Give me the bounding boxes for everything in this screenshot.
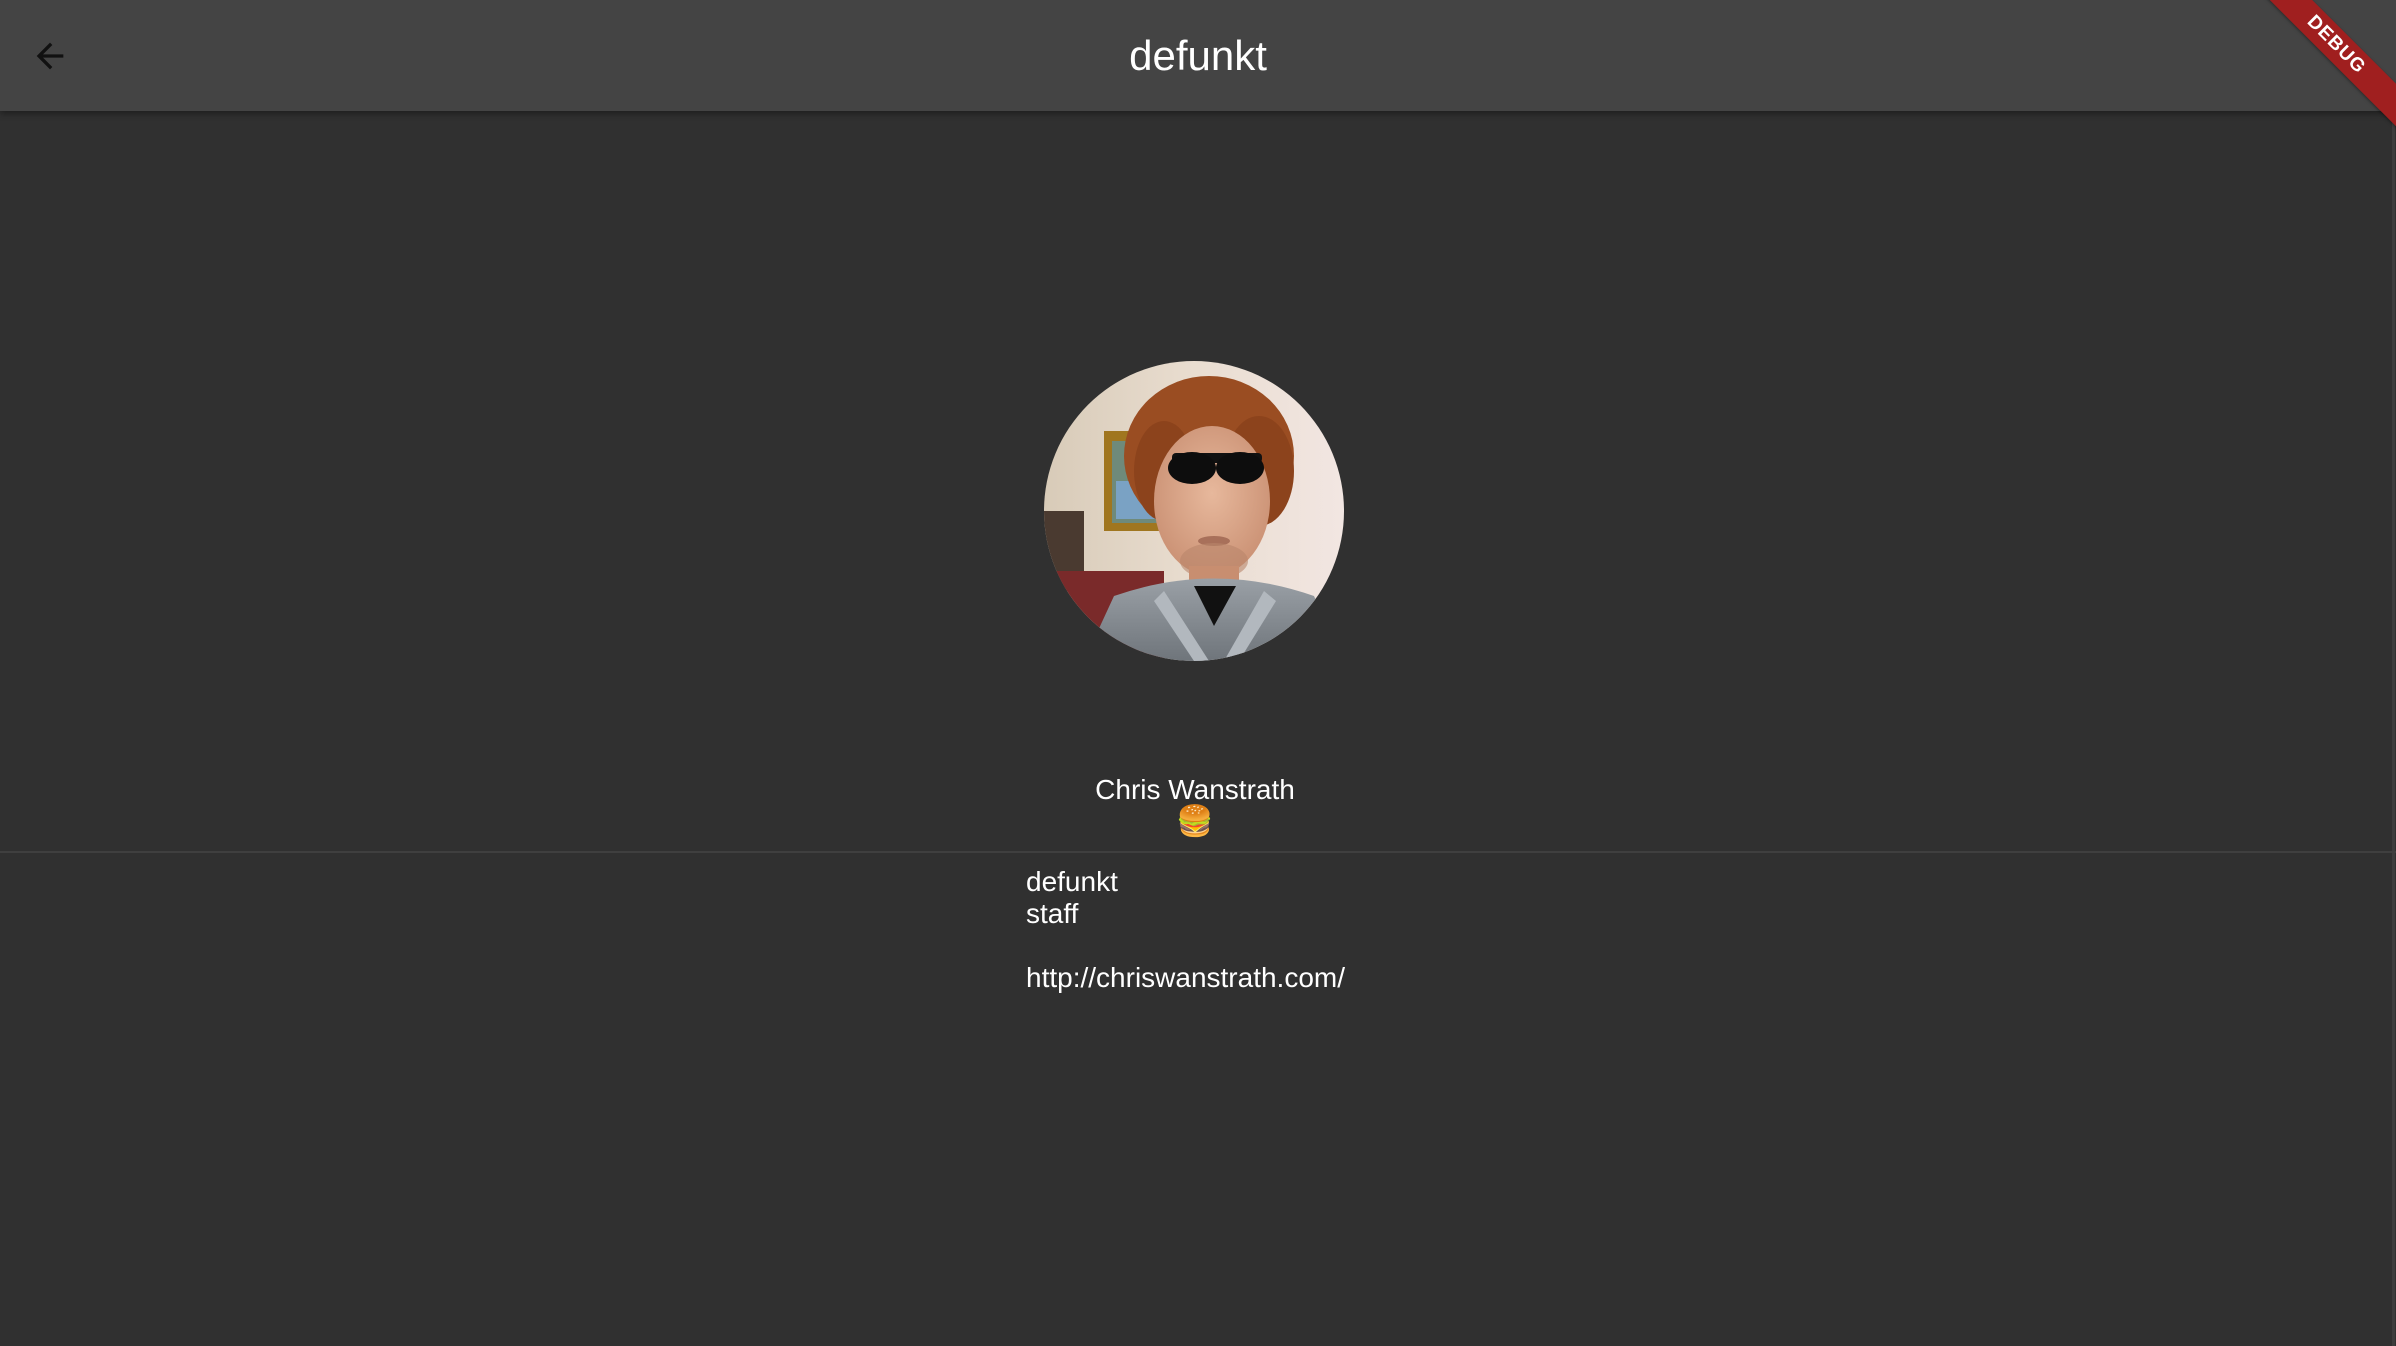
details-spacer [1026, 930, 1345, 962]
profile-bio-emoji: 🍔 [1176, 805, 1214, 838]
app-bar-title: defunkt [1129, 32, 1267, 79]
app-bar: defunkt [0, 0, 2396, 111]
avatar-photo [1044, 361, 1344, 661]
scroll-edge [2392, 111, 2395, 1346]
profile-blog-link[interactable]: http://chriswanstrath.com/ [1026, 962, 1345, 994]
profile-login: defunkt [1026, 866, 1118, 897]
app-root: defunkt DEBUG Chris Wanstrath 🍔 defunkt … [0, 0, 2396, 1346]
profile-display-name: Chris Wanstrath [1095, 774, 1295, 805]
profile-type: staff [1026, 898, 1079, 929]
profile-details: defunkt staff http://chriswanstrath.com/ [1026, 866, 1345, 994]
header-divider [0, 851, 2396, 853]
avatar [1044, 361, 1344, 661]
